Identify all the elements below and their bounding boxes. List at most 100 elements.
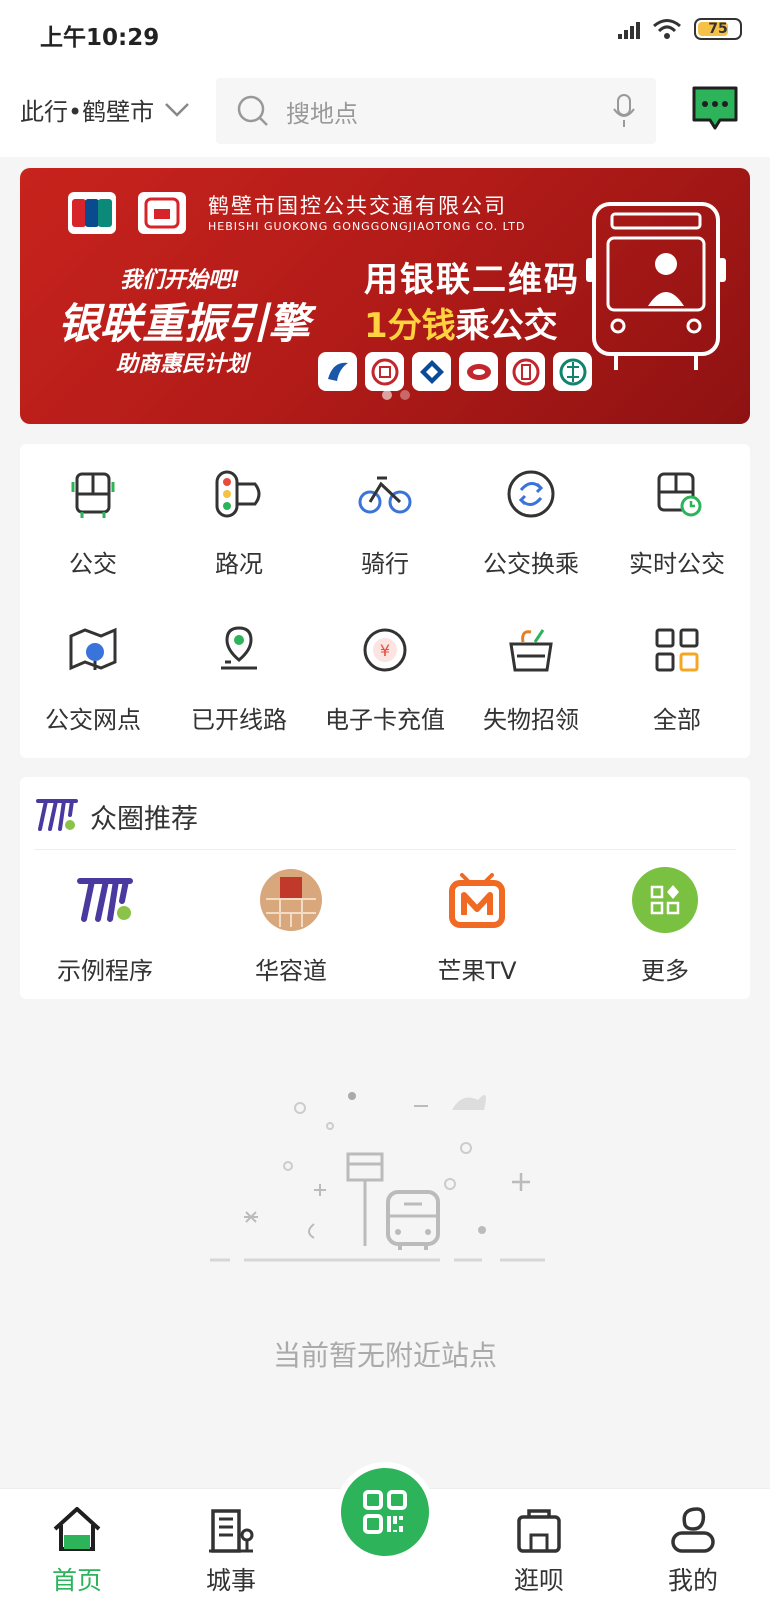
banner-qr-line2: 1分钱乘公交 bbox=[364, 298, 558, 347]
menu-all[interactable]: 全部 bbox=[604, 600, 750, 750]
menu-label: 失物招领 bbox=[483, 706, 579, 734]
tab-home[interactable]: 首页 bbox=[22, 1503, 132, 1597]
grid-icon bbox=[655, 628, 699, 672]
wifi-icon bbox=[653, 19, 681, 39]
menu-label: 公交 bbox=[69, 550, 117, 578]
menu-label: 公交网点 bbox=[45, 706, 141, 734]
search-icon bbox=[237, 95, 268, 126]
tab-profile[interactable]: 我的 bbox=[638, 1503, 748, 1597]
scan-qr-button[interactable] bbox=[335, 1462, 435, 1562]
promo-banner[interactable]: 鹤壁市国控公共交通有限公司 HEBISHI GUOKONG GONGGONGJI… bbox=[20, 168, 750, 424]
menu-label: 路况 bbox=[215, 550, 263, 578]
city-name: 此行•鹤壁市 bbox=[20, 98, 155, 126]
banner-company: 鹤壁市国控公共交通有限公司 bbox=[208, 194, 507, 218]
tab-city[interactable]: 城事 bbox=[176, 1503, 286, 1597]
cloudpay-logo bbox=[138, 192, 186, 234]
route-icon bbox=[221, 626, 257, 670]
banner-qr-line1: 用银联二维码 bbox=[364, 260, 580, 300]
signal-icon bbox=[618, 19, 640, 39]
svg-text:¥: ¥ bbox=[380, 641, 390, 660]
recharge-icon: ¥ bbox=[363, 628, 407, 672]
menu-label: 已开线路 bbox=[191, 706, 287, 734]
app-mango-tv[interactable]: 芒果TV bbox=[392, 867, 562, 986]
bank-logos bbox=[318, 352, 592, 391]
menu-outlets[interactable]: 公交网点 bbox=[20, 600, 166, 750]
search-placeholder: 搜地点 bbox=[286, 99, 358, 128]
circle-title: 众圈推荐 bbox=[90, 804, 198, 835]
pagination-dot[interactable] bbox=[400, 390, 410, 400]
menu-bus[interactable]: 公交 bbox=[20, 444, 166, 594]
message-icon[interactable] bbox=[690, 84, 740, 134]
bus-illustration bbox=[586, 202, 726, 370]
app-huarongdao[interactable]: 华容道 bbox=[206, 867, 376, 986]
bank-logo bbox=[412, 352, 451, 391]
tab-label: 首页 bbox=[51, 1566, 102, 1595]
app-label: 示例程序 bbox=[57, 957, 153, 985]
mango-tv-icon bbox=[449, 873, 505, 928]
bank-logo bbox=[459, 352, 498, 391]
app-label: 华容道 bbox=[255, 957, 327, 985]
menu-traffic[interactable]: 路况 bbox=[166, 444, 312, 594]
search-bar[interactable]: 搜地点 bbox=[216, 78, 656, 144]
banner-slogan-sub: 助商惠民计划 bbox=[116, 352, 249, 377]
banner-pagination bbox=[382, 390, 410, 400]
menu-label: 实时公交 bbox=[629, 550, 725, 578]
bank-logo bbox=[318, 352, 357, 391]
microphone-icon[interactable] bbox=[612, 93, 636, 129]
battery-icon: 75 bbox=[694, 18, 742, 40]
menu-routes[interactable]: 已开线路 bbox=[166, 600, 312, 750]
unionpay-logo bbox=[68, 192, 116, 234]
app-label: 芒果TV bbox=[437, 957, 517, 985]
menu-recharge[interactable]: ¥ 电子卡充值 bbox=[312, 600, 458, 750]
status-time: 上午10:29 bbox=[40, 25, 160, 51]
menu-lost-found[interactable]: 失物招领 bbox=[458, 600, 604, 750]
menu-realtime-bus[interactable]: 实时公交 bbox=[604, 444, 750, 594]
traffic-light-icon bbox=[215, 470, 261, 518]
menu-bike[interactable]: 骑行 bbox=[312, 444, 458, 594]
empty-message: 当前暂无附近站点 bbox=[272, 1339, 497, 1372]
top-header: 此行•鹤壁市 搜地点 bbox=[0, 62, 770, 157]
transfer-icon bbox=[507, 470, 555, 518]
app-more[interactable]: 更多 bbox=[580, 867, 750, 986]
bank-logo bbox=[506, 352, 545, 391]
shop-icon bbox=[517, 1509, 561, 1553]
battery-level: 75 bbox=[708, 21, 728, 37]
tab-label: 逛呗 bbox=[513, 1566, 564, 1595]
more-apps-icon bbox=[632, 867, 698, 933]
realtime-bus-icon bbox=[657, 472, 702, 517]
city-icon bbox=[209, 1509, 254, 1553]
circle-logo-icon bbox=[36, 799, 78, 831]
huarongdao-icon bbox=[260, 869, 322, 931]
empty-bus-stop-illustration bbox=[210, 1092, 545, 1262]
profile-icon bbox=[671, 1507, 715, 1553]
tab-shop[interactable]: 逛呗 bbox=[484, 1503, 594, 1597]
menu-label: 全部 bbox=[653, 706, 701, 734]
app-sample[interactable]: 示例程序 bbox=[20, 867, 190, 986]
status-bar: 上午10:29 75 bbox=[0, 0, 770, 62]
banner-slogan-big: 银联重振引擎 bbox=[58, 299, 311, 348]
qr-code-icon bbox=[363, 1490, 407, 1534]
menu-label: 电子卡充值 bbox=[325, 706, 445, 734]
menu-label: 骑行 bbox=[361, 550, 409, 578]
menu-label: 公交换乘 bbox=[483, 550, 579, 578]
app-label: 更多 bbox=[641, 957, 689, 985]
sample-app-icon bbox=[77, 878, 133, 922]
city-selector[interactable]: 此行•鹤壁市 bbox=[20, 92, 190, 127]
menu-transfer[interactable]: 公交换乘 bbox=[458, 444, 604, 594]
status-icons: 75 bbox=[618, 18, 742, 40]
bus-icon bbox=[71, 472, 115, 518]
basket-icon bbox=[509, 629, 553, 672]
banner-ride: 乘公交 bbox=[455, 306, 558, 346]
bank-logo bbox=[365, 352, 404, 391]
map-pin-icon bbox=[69, 627, 117, 671]
pagination-dot[interactable] bbox=[382, 390, 392, 400]
bicycle-icon bbox=[358, 476, 412, 514]
tab-label: 我的 bbox=[667, 1566, 718, 1595]
circle-recommend-card: 众圈推荐 示例程序 华容道 芒果TV 更多 bbox=[20, 777, 750, 999]
quick-menu-grid: 公交 路况 骑行 公交换乘 实时公交 公交网点 已开线路 ¥ 电子卡充值 失物招… bbox=[20, 444, 750, 758]
banner-company-en: HEBISHI GUOKONG GONGGONGJIAOTONG CO. LTD bbox=[208, 220, 526, 233]
home-icon bbox=[53, 1507, 101, 1551]
divider bbox=[34, 849, 736, 850]
banner-price: 1分钱 bbox=[364, 306, 456, 346]
tab-label: 城事 bbox=[205, 1566, 256, 1595]
